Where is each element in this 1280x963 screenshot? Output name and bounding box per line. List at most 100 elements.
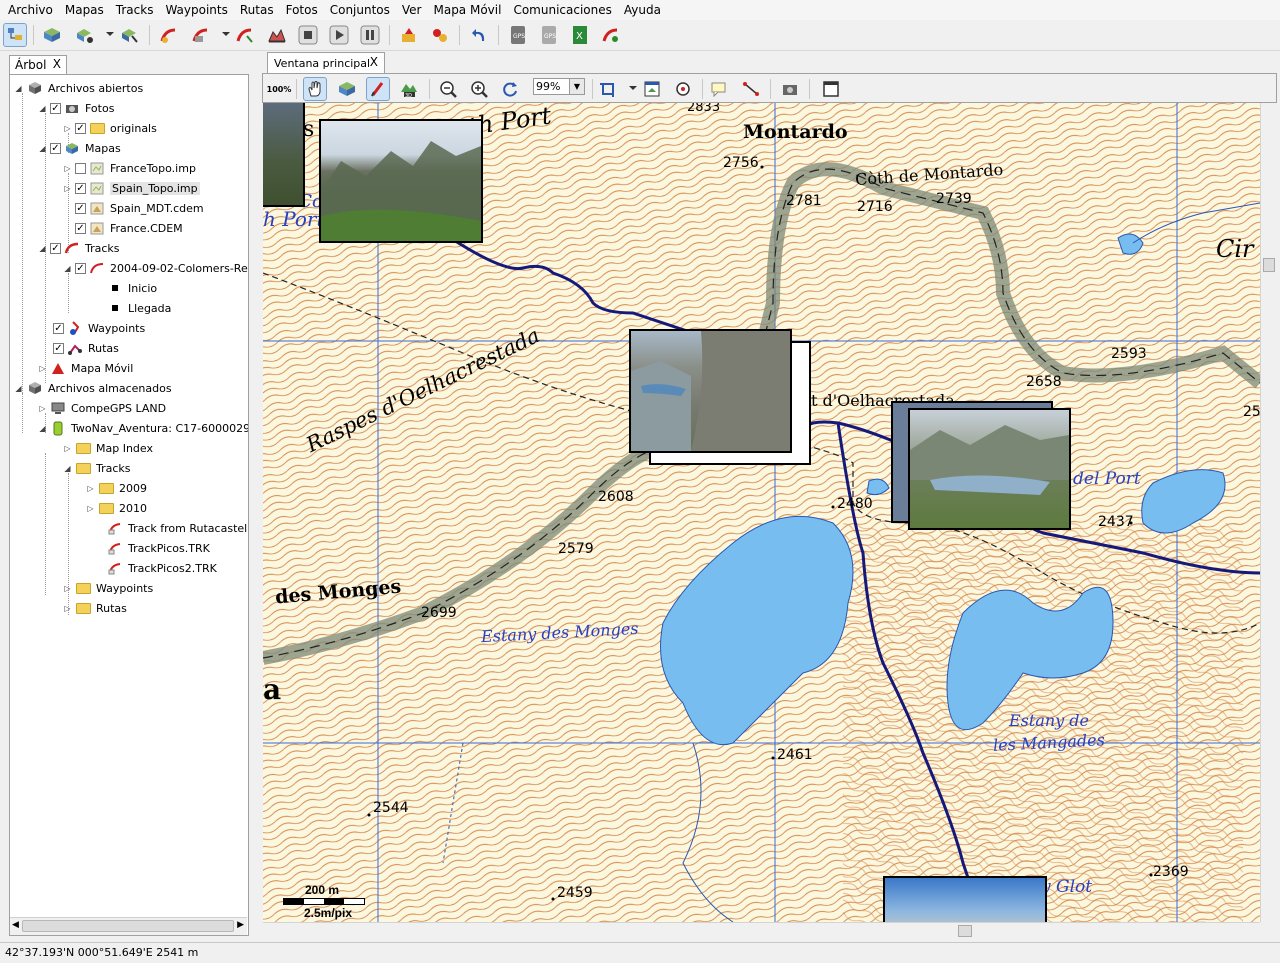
menu-tracks[interactable]: Tracks	[110, 0, 160, 20]
open-map-icon[interactable]	[40, 23, 64, 47]
checkbox[interactable]: ✓	[53, 322, 64, 334]
menu-conjuntos[interactable]: Conjuntos	[324, 0, 396, 20]
map-canvas[interactable]: Montardo Còth de Montardo th Port Raspes…	[263, 103, 1260, 922]
menu-rutas[interactable]: Rutas	[234, 0, 280, 20]
checkbox[interactable]: ✓	[75, 222, 86, 234]
tree-node-francecdem[interactable]: ✓ France.CDEM	[72, 218, 183, 238]
tree-node-waypoints[interactable]: ✓ Waypoints	[50, 318, 145, 338]
photo-thumbnail[interactable]	[629, 329, 792, 453]
checkbox[interactable]: ✓	[75, 182, 86, 194]
tab-tree[interactable]: Árbol X	[9, 55, 67, 74]
expand-icon[interactable]: ▷	[38, 364, 47, 373]
tree-node-mapas[interactable]: ◢ ✓ Mapas	[38, 138, 120, 158]
menu-comunicaciones[interactable]: Comunicaciones	[507, 0, 617, 20]
measure-line-icon[interactable]	[739, 77, 763, 101]
pan-hand-icon[interactable]	[303, 77, 327, 101]
open-track-icon[interactable]	[189, 23, 213, 47]
tree-node-mapa-movil[interactable]: ▷ Mapa Móvil	[38, 358, 133, 378]
collapse-icon[interactable]: ◢	[14, 384, 23, 393]
add-note-icon[interactable]	[707, 77, 731, 101]
edit-track-icon[interactable]	[366, 77, 390, 101]
close-main-window-icon[interactable]: X	[370, 55, 378, 69]
checkbox[interactable]: ✓	[75, 122, 86, 134]
menu-fotos[interactable]: Fotos	[280, 0, 324, 20]
expand-icon[interactable]: ▷	[38, 404, 47, 413]
collapse-icon[interactable]: ◢	[14, 84, 23, 93]
checkbox[interactable]: ✓	[50, 102, 61, 114]
scroll-thumb[interactable]	[22, 920, 234, 932]
play-icon[interactable]	[327, 23, 351, 47]
tree-node-compegps-land[interactable]: ▷ CompeGPS LAND	[38, 398, 166, 418]
expand-icon[interactable]: ▷	[63, 604, 72, 613]
expand-icon[interactable]: ▷	[63, 164, 72, 173]
crop-area-icon[interactable]	[596, 77, 620, 101]
tree-node-inicio[interactable]: Inicio	[107, 278, 157, 298]
pause-icon[interactable]	[358, 23, 382, 47]
tree-node-francetopo[interactable]: ▷ FranceTopo.imp	[63, 158, 196, 178]
zoom-100-icon[interactable]: 100%	[267, 77, 292, 101]
expand-icon[interactable]: ▷	[63, 584, 72, 593]
expand-icon[interactable]: ▷	[63, 124, 72, 133]
new-window-icon[interactable]	[819, 77, 843, 101]
map-horizontal-scrollbar[interactable]	[263, 922, 1260, 939]
photo-thumbnail[interactable]	[883, 876, 1047, 922]
tree-node-twonav[interactable]: ◢ TwoNav_Aventura: C17-60000294	[38, 418, 248, 438]
expand-icon[interactable]: ▷	[63, 184, 72, 193]
expand-icon[interactable]: ▷	[86, 504, 95, 513]
collapse-icon[interactable]: ◢	[63, 464, 72, 473]
photo-thumbnail[interactable]	[319, 119, 483, 243]
tree-node-fotos[interactable]: ◢ ✓ Fotos	[38, 98, 114, 118]
close-tree-icon[interactable]: X	[53, 57, 61, 71]
collapse-icon[interactable]: ◢	[63, 264, 72, 273]
scroll-left-icon[interactable]: ◀	[12, 920, 19, 930]
menu-archivo[interactable]: Archivo	[0, 0, 59, 20]
expand-icon[interactable]: ▷	[86, 484, 95, 493]
excel-export-icon[interactable]: X	[568, 23, 592, 47]
scroll-thumb[interactable]	[1263, 258, 1275, 272]
gps-position-icon[interactable]	[671, 77, 695, 101]
menu-ver[interactable]: Ver	[396, 0, 428, 20]
tree-view-icon[interactable]	[3, 23, 27, 47]
checkbox[interactable]: ✓	[75, 202, 86, 214]
tree-node-device-rutas[interactable]: ▷ Rutas	[63, 598, 126, 618]
zoom-select[interactable]: 99% ▼	[533, 78, 585, 95]
tree-node-stored-files[interactable]: ◢ Archivos almacenados	[14, 378, 171, 398]
view-3d-icon[interactable]: 3D	[397, 77, 421, 101]
checkbox[interactable]: ✓	[50, 142, 61, 154]
collapse-icon[interactable]: ◢	[38, 424, 47, 433]
tree-horizontal-scrollbar[interactable]: ◀ ▶	[10, 917, 247, 935]
tree-node-track-colomers[interactable]: ◢ ✓ 2004-09-02-Colomers-Res	[63, 258, 248, 278]
scroll-thumb[interactable]	[958, 925, 972, 937]
tree-node-track-rutacastellon[interactable]: Track from Rutacastellon	[107, 518, 248, 538]
track-profile-icon[interactable]	[265, 23, 289, 47]
tree-node-trackpicos[interactable]: TrackPicos.TRK	[107, 538, 210, 558]
map-window-icon[interactable]	[640, 77, 664, 101]
tree-node-open-files[interactable]: ◢ Archivos abiertos	[14, 78, 143, 98]
new-track-icon[interactable]	[157, 23, 181, 47]
gps-send-icon[interactable]: GPS	[537, 23, 561, 47]
photo-thumbnail[interactable]	[263, 103, 305, 207]
tree-node-tracks[interactable]: ◢ ✓ Tracks	[38, 238, 119, 258]
menu-mapa-movil[interactable]: Mapa Móvil	[427, 0, 507, 20]
tree-node-originals[interactable]: ▷ ✓ originals	[63, 118, 156, 138]
scroll-right-icon[interactable]: ▶	[237, 920, 244, 930]
map-view-icon[interactable]	[335, 77, 359, 101]
collapse-icon[interactable]: ◢	[38, 144, 47, 153]
tree-node-device-waypoints[interactable]: ▷ Waypoints	[63, 578, 153, 598]
tree-node-map-index[interactable]: ▷ Map Index	[63, 438, 153, 458]
refresh-zoom-icon[interactable]	[498, 77, 522, 101]
tree-node-2010[interactable]: ▷ 2010	[86, 498, 147, 518]
checkbox[interactable]	[75, 162, 86, 174]
tree-node-trackpicos2[interactable]: TrackPicos2.TRK	[107, 558, 217, 578]
tree-node-spaintopo[interactable]: ▷ ✓ Spain_Topo.imp	[63, 178, 200, 198]
tree-node-llegada[interactable]: Llegada	[107, 298, 171, 318]
menu-mapas[interactable]: Mapas	[59, 0, 110, 20]
photo-thumbnail[interactable]	[908, 408, 1071, 530]
screenshot-icon[interactable]	[778, 77, 802, 101]
tab-main-window[interactable]: Ventana principal X	[267, 52, 385, 73]
tree-node-spainmdt[interactable]: ✓ Spain_MDT.cdem	[72, 198, 204, 218]
chevron-down-icon[interactable]: ▼	[569, 79, 584, 94]
zoom-out-icon[interactable]	[436, 77, 460, 101]
open-waypoint-icon[interactable]	[397, 23, 421, 47]
tree-node-2009[interactable]: ▷ 2009	[86, 478, 147, 498]
